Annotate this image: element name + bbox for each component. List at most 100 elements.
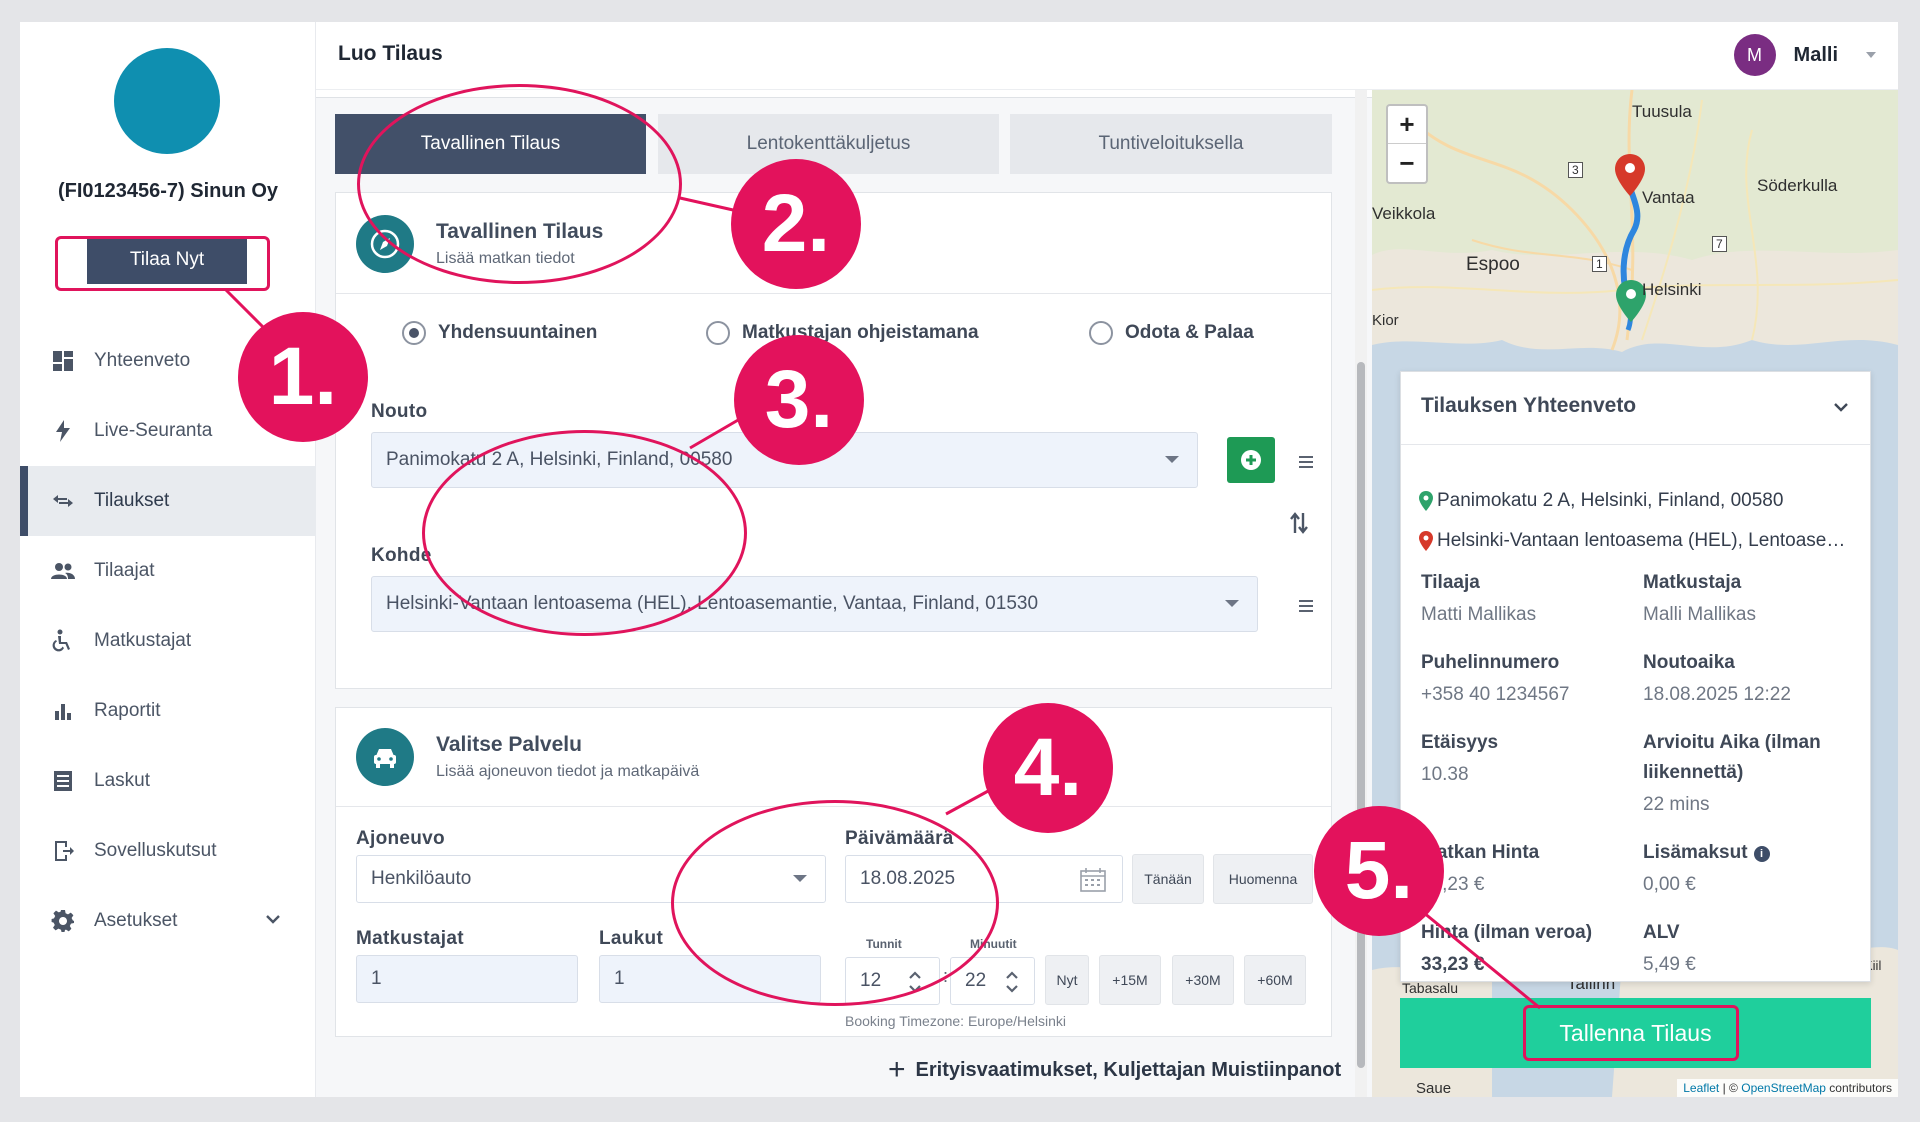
info-icon[interactable]: i — [1753, 846, 1770, 862]
sidebar-item-label: Tilaukset — [94, 490, 170, 511]
chevron-down-icon[interactable] — [264, 910, 282, 928]
add-stop-button[interactable] — [1227, 437, 1275, 483]
vehicle-value: Henkilöauto — [371, 868, 472, 889]
card-title: Tavallinen Tilaus — [436, 220, 604, 243]
chevron-down-icon[interactable] — [1832, 398, 1850, 416]
car-icon — [356, 728, 414, 786]
map-label-veikkola: Veikkola — [1372, 204, 1436, 223]
card-header: Tavallinen Tilaus Lisää matkan tiedot — [356, 215, 603, 273]
sidebar-item-asetukset[interactable]: Asetukset — [20, 886, 316, 956]
summary-value: 10.38 — [1421, 764, 1469, 785]
gear-icon — [50, 908, 76, 934]
tab-tuntiveloituksella[interactable]: Tuntiveloituksella — [1010, 114, 1332, 174]
today-button[interactable]: Tänään — [1132, 854, 1204, 904]
exit-icon — [50, 838, 76, 864]
caret-down-icon[interactable] — [1864, 48, 1878, 62]
luggage-label: Laukut — [599, 928, 664, 949]
passengers-input[interactable]: 1 — [356, 955, 578, 1003]
user-name[interactable]: Malli — [1794, 44, 1838, 67]
scrollbar-thumb[interactable] — [1357, 362, 1365, 1068]
avatar[interactable]: M — [1733, 34, 1776, 76]
sidebar-item-label: Live-Seuranta — [94, 420, 213, 441]
summary-title: Tilauksen Yhteenveto — [1421, 394, 1637, 417]
plus-15m-button[interactable]: +15M — [1099, 955, 1161, 1005]
destination-value: Helsinki-Vantaan lentoasema (HEL), Lento… — [386, 593, 1039, 614]
passengers-label: Matkustajat — [356, 928, 464, 949]
minutes-value: 22 — [965, 970, 987, 991]
booking-timezone: Booking Timezone: Europe/Helsinki — [845, 1013, 1067, 1029]
luggage-input[interactable]: 1 — [599, 955, 821, 1003]
order-now-button[interactable]: Tilaa Nyt — [87, 236, 247, 284]
scrollbar[interactable] — [1355, 90, 1367, 1097]
summary-pickup: Panimokatu 2 A, Helsinki, Finland, 00580 — [1419, 490, 1859, 512]
leaflet-link[interactable]: Leaflet — [1683, 1081, 1719, 1095]
dropdown-caret-icon — [1165, 456, 1179, 463]
sidebar-item-sovelluskutsut[interactable]: Sovelluskutsut — [20, 816, 316, 886]
luggage-value: 1 — [614, 968, 625, 989]
hours-input[interactable]: 12 — [845, 957, 940, 1005]
sidebar-item-raportit[interactable]: Raportit — [20, 676, 316, 746]
radio-label: Yhdensuuntainen — [438, 322, 598, 343]
summary-value: 22 mins — [1643, 794, 1710, 815]
card-subtitle: Lisää ajoneuvon tiedot ja matkapäivä — [436, 763, 700, 780]
sidebar-item-tilaukset[interactable]: Tilaukset — [20, 466, 316, 536]
destination-field[interactable]: Helsinki-Vantaan lentoasema (HEL), Lento… — [371, 576, 1258, 632]
tabs-strip — [316, 90, 1372, 98]
card-header: Valitse Palvelu Lisää ajoneuvon tiedot j… — [356, 728, 699, 786]
sidebar-item-laskut[interactable]: Laskut — [20, 746, 316, 816]
road-number: 1 — [1592, 256, 1607, 272]
summary-key: Puhelinnumero — [1421, 652, 1560, 673]
spinner-icon[interactable] — [1002, 967, 1022, 997]
radio-wait-return[interactable]: Odota & Palaa — [1089, 321, 1254, 345]
extras-link[interactable]: + Erityisvaatimukset, Kuljettajan Muisti… — [888, 1055, 1341, 1085]
calendar-icon[interactable] — [1080, 868, 1106, 892]
sidebar-item-matkustajat[interactable]: Matkustajat — [20, 606, 316, 676]
date-input[interactable]: 18.08.2025 — [845, 855, 1123, 903]
drag-handle-icon[interactable] — [1298, 599, 1314, 613]
step-badge-2: 2. — [731, 159, 861, 289]
zoom-in-button[interactable]: + — [1388, 106, 1426, 144]
swap-arrows-icon — [50, 488, 76, 514]
plus-30m-button[interactable]: +30M — [1172, 955, 1234, 1005]
pickup-pin-icon — [1419, 491, 1433, 511]
zoom-out-button[interactable]: − — [1388, 144, 1426, 182]
map-label-espoo: Espoo — [1466, 254, 1520, 275]
map-label-helsinki: Helsinki — [1642, 280, 1702, 299]
sidebar-item-label: Raportit — [94, 700, 161, 721]
radio-one-way[interactable]: Yhdensuuntainen — [402, 321, 597, 345]
top-header: Luo Tilaus M Malli — [316, 22, 1898, 90]
card-title: Valitse Palvelu — [436, 733, 582, 756]
map-label-kior: Kior — [1372, 312, 1399, 329]
plus-60m-button[interactable]: +60M — [1244, 955, 1306, 1005]
step-badge-4: 4. — [983, 703, 1113, 833]
radio-button[interactable] — [706, 321, 730, 345]
step-badge-3: 3. — [734, 335, 864, 465]
sidebar-item-label: Tilaajat — [94, 560, 155, 581]
tab-tavallinen-tilaus[interactable]: Tavallinen Tilaus — [335, 114, 646, 174]
radio-button[interactable] — [402, 321, 426, 345]
drag-handle-icon[interactable] — [1298, 455, 1314, 469]
card-subtitle: Lisää matkan tiedot — [436, 250, 575, 267]
save-order-button[interactable]: Tallenna Tilaus — [1400, 998, 1871, 1068]
order-summary-panel: Tilauksen Yhteenveto Panimokatu 2 A, Hel… — [1400, 371, 1871, 982]
sidebar-item-label: Asetukset — [94, 910, 178, 931]
minutes-input[interactable]: 22 — [950, 957, 1035, 1005]
summary-dropoff: Helsinki-Vantaan lentoasema (HEL), Lento… — [1419, 530, 1859, 552]
vehicle-select[interactable]: Henkilöauto — [356, 855, 826, 903]
radio-button[interactable] — [1089, 321, 1113, 345]
radio-passenger-guided[interactable]: Matkustajan ohjeistamana — [706, 321, 979, 345]
road-number: 3 — [1568, 162, 1583, 178]
summary-value: Malli Mallikas — [1643, 604, 1756, 625]
swap-vertical-icon[interactable] — [1288, 511, 1310, 535]
user-menu[interactable]: M Malli — [1733, 34, 1878, 76]
tomorrow-button[interactable]: Huomenna — [1213, 854, 1313, 904]
tab-lentokenttakuljetus[interactable]: Lentokenttäkuljetus — [658, 114, 999, 174]
spinner-icon[interactable] — [905, 967, 925, 997]
now-button[interactable]: Nyt — [1045, 955, 1089, 1005]
summary-key: Tilaaja — [1421, 572, 1480, 593]
osm-link[interactable]: OpenStreetMap — [1741, 1081, 1826, 1095]
map-zoom-control: + − — [1386, 104, 1428, 184]
summary-key: Etäisyys — [1421, 732, 1499, 753]
summary-value: Matti Mallikas — [1421, 604, 1537, 625]
sidebar-item-tilaajat[interactable]: Tilaajat — [20, 536, 316, 606]
